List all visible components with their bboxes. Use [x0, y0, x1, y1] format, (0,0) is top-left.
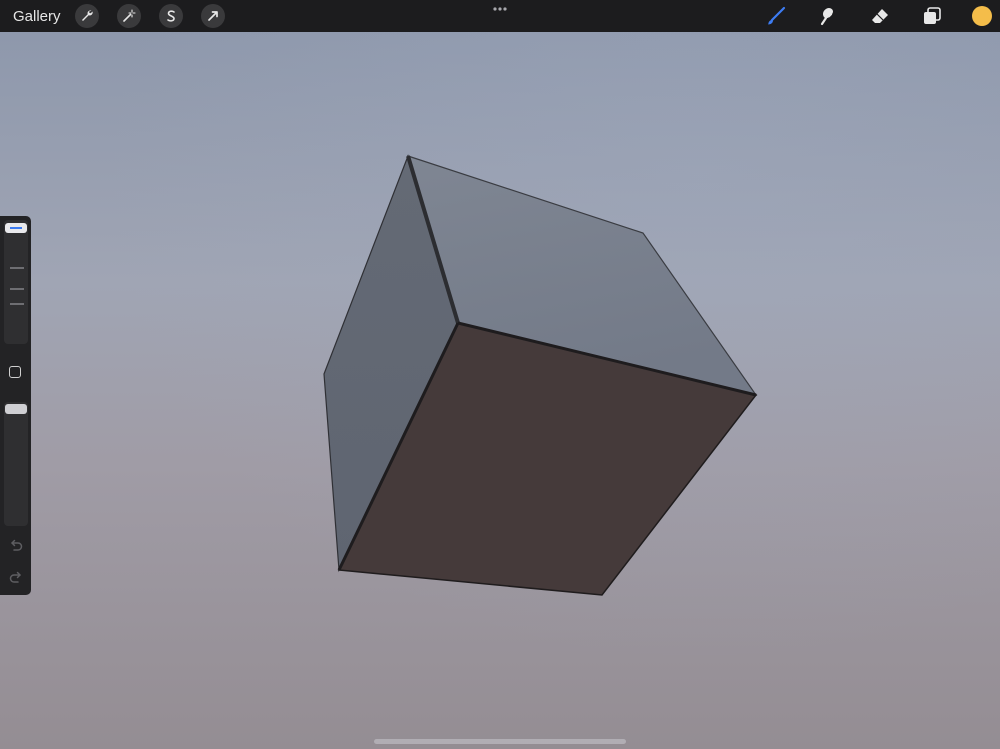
home-indicator[interactable]: [374, 739, 626, 744]
size-tick: [10, 267, 24, 269]
brush-icon: [768, 6, 786, 25]
eraser-tool-button[interactable]: [868, 4, 892, 28]
brush-tool-button[interactable]: [764, 4, 788, 28]
more-dots-icon[interactable]: [490, 4, 510, 14]
redo-icon[interactable]: [8, 570, 24, 584]
undo-icon[interactable]: [8, 538, 24, 552]
arrow-cursor-icon: [207, 11, 218, 21]
actions-button[interactable]: [74, 4, 99, 28]
color-swatch-button[interactable]: [972, 6, 992, 26]
wrench-icon: [81, 10, 93, 21]
transform-button[interactable]: [200, 4, 225, 28]
smudge-icon: [820, 8, 833, 26]
layers-button[interactable]: [920, 4, 944, 28]
selection-button[interactable]: [158, 4, 183, 28]
layers-icon: [924, 7, 941, 24]
magic-wand-icon: [122, 9, 136, 22]
modify-square-icon[interactable]: [9, 366, 21, 378]
eraser-icon: [872, 9, 888, 23]
size-tick: [10, 288, 24, 290]
gallery-button[interactable]: Gallery: [13, 8, 61, 25]
brush-size-thumb[interactable]: [5, 223, 27, 233]
brush-size-slider[interactable]: [4, 220, 28, 344]
opacity-thumb[interactable]: [5, 404, 27, 414]
top-toolbar: Gallery: [0, 0, 1000, 32]
smudge-tool-button[interactable]: [816, 4, 840, 28]
size-tick: [10, 303, 24, 305]
right-toolbar: [736, 0, 1000, 32]
selection-s-icon: [166, 10, 175, 22]
cube-artwork: [323, 154, 758, 596]
opacity-slider[interactable]: [4, 402, 28, 526]
left-sidebar: [0, 216, 31, 595]
adjustments-button[interactable]: [116, 4, 141, 28]
